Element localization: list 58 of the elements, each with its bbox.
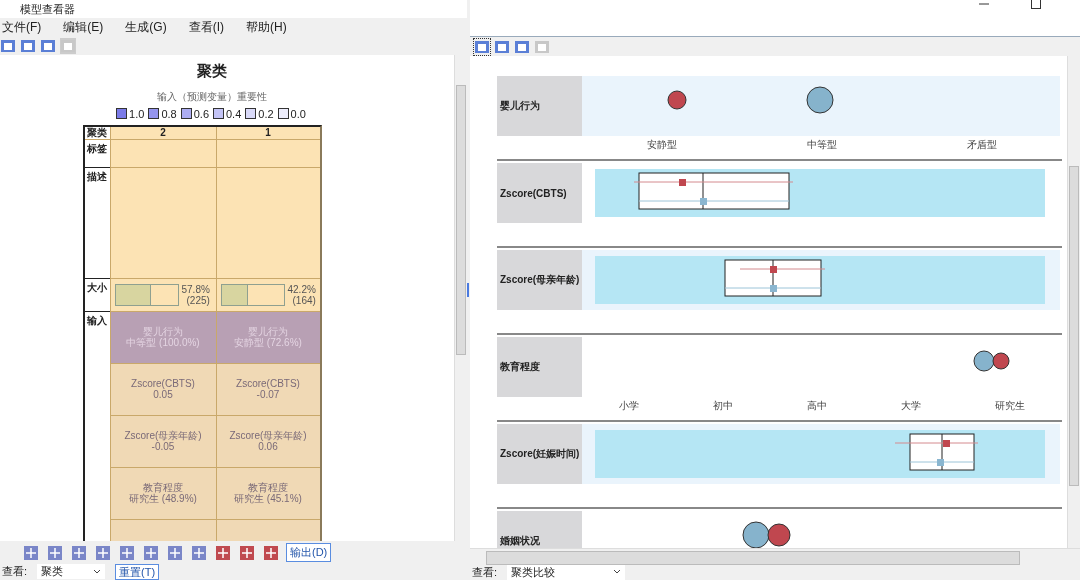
view-label: 查看:	[2, 564, 28, 580]
caret-icon	[93, 568, 102, 575]
chart-subtitle: 输入（预测变量）重要性	[157, 89, 267, 104]
category-label: 小学	[619, 399, 639, 414]
reset-button[interactable]: 重置(T)	[115, 564, 160, 580]
legend-label: 0.8	[161, 107, 177, 120]
window-title: 模型查看器	[19, 2, 76, 17]
menu-item[interactable]: 生成(G)	[125, 18, 167, 36]
bubble-plot-drawing	[973, 350, 1010, 373]
column-header: 1	[215, 126, 320, 140]
legend-label: 0.6	[193, 107, 209, 120]
size-value: 42.2% (164)	[287, 283, 316, 306]
category-label: 初中	[713, 399, 733, 414]
scrollbar[interactable]	[1067, 56, 1080, 549]
row-label: 描述	[84, 167, 110, 279]
category-label: 研究生	[995, 399, 1025, 414]
legend-label: 0.0	[290, 107, 306, 120]
table-cell: Zscore(CBTS) -0.07	[215, 363, 320, 416]
chart-title: 聚类	[197, 61, 227, 81]
menu-item[interactable]: 查看(I)	[188, 18, 224, 36]
row-label: 大小	[84, 278, 110, 312]
variable-label: 婚姻状况	[497, 511, 582, 549]
variable-label: 婴儿行为	[497, 76, 582, 137]
table-cell: Zscore(母亲年龄) -0.05	[109, 415, 216, 468]
variable-label: Zscore(CBTS)	[497, 163, 582, 224]
variable-label: 教育程度	[497, 337, 582, 398]
size-value: 57.8% (225)	[181, 283, 210, 306]
maximize-icon[interactable]	[1030, 0, 1042, 10]
category-label: 矛盾型	[967, 138, 997, 153]
size-bar	[114, 283, 179, 306]
table-cell: Zscore(CBTS) 0.05	[109, 363, 216, 416]
table-cell: 教育程度 研究生 (45.1%)	[215, 467, 320, 520]
category-label: 大学	[901, 399, 921, 414]
row-label: 输入	[84, 311, 110, 541]
category-label: 安静型	[647, 138, 677, 153]
table-cell: Zscore(母亲年龄) 0.06	[215, 415, 320, 468]
row-label: 标签	[84, 139, 110, 168]
bubble-plot-drawing	[742, 521, 791, 549]
caret-icon	[613, 569, 622, 576]
view-label: 查看:	[472, 564, 498, 580]
category-label: 中等型	[807, 138, 837, 153]
menu-item[interactable]: 帮助(H)	[246, 18, 287, 36]
legend-label: 0.2	[258, 107, 274, 120]
legend-label: 0.4	[226, 107, 242, 120]
horizontal-scrollbar[interactable]	[470, 548, 1080, 565]
view-dropdown[interactable]: 聚类	[37, 564, 106, 580]
category-label: 高中	[807, 399, 827, 414]
splitter-handle[interactable]	[467, 283, 469, 297]
variable-label: Zscore(母亲年龄)	[497, 250, 582, 311]
menu-item[interactable]: 编辑(E)	[63, 18, 104, 36]
column-header: 2	[109, 126, 216, 140]
legend-label: 1.0	[129, 107, 145, 120]
variable-label: Zscore(妊娠时间)	[497, 424, 582, 485]
table-header: 聚类	[84, 126, 110, 140]
menu-item[interactable]: 文件(F)	[2, 18, 42, 36]
size-bar	[220, 283, 285, 306]
table-cell: 教育程度 研究生 (48.9%)	[109, 467, 216, 520]
output-button[interactable]: 输出(D)	[286, 543, 332, 563]
